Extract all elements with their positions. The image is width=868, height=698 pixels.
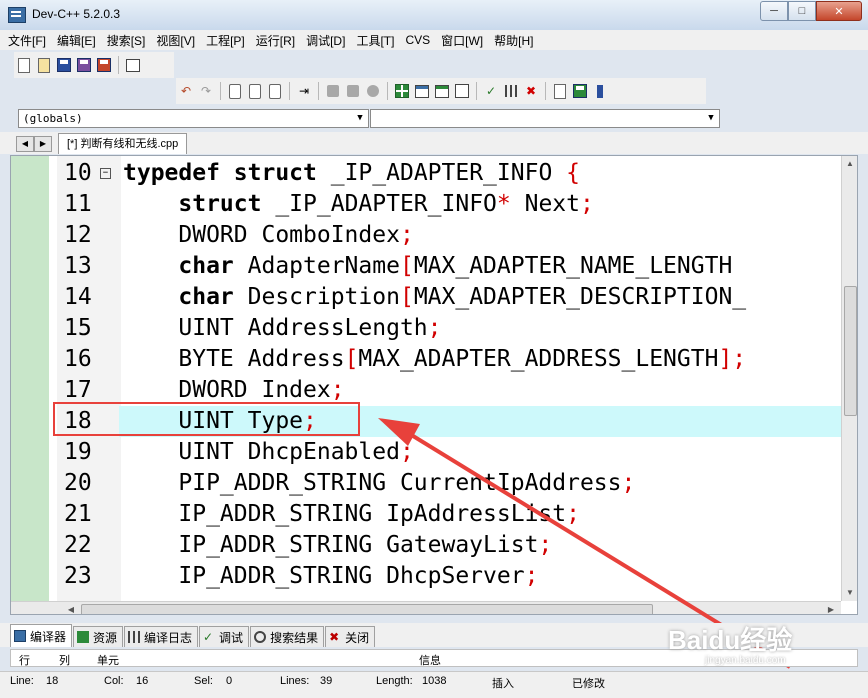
output-tab-debug[interactable]: ✓ 调试 xyxy=(199,626,250,647)
status-length-label: Length: xyxy=(376,675,413,687)
output-tab-resources[interactable]: 资源 xyxy=(73,626,124,647)
column-info[interactable]: 信息 xyxy=(419,652,441,668)
status-col-label: Col: xyxy=(104,675,124,687)
status-bar: Line: 18 Col: 16 Sel: 0 Lines: 39 Length… xyxy=(0,671,868,698)
status-sel-label: Sel: xyxy=(194,675,213,687)
baidu-watermark-url: jingyan.baidu.com xyxy=(705,655,786,666)
search-results-icon xyxy=(254,631,267,643)
compile-log-icon xyxy=(128,631,141,643)
status-line-label: Line: xyxy=(10,675,34,687)
output-tab-close[interactable]: ✖ 关闭 xyxy=(325,626,376,647)
status-lines-label: Lines: xyxy=(280,675,310,687)
status-insert-mode: 插入 xyxy=(492,678,514,690)
debug-icon: ✓ xyxy=(203,630,214,644)
compiler-icon xyxy=(14,630,26,642)
status-length-value: 1038 xyxy=(422,675,447,687)
status-line-value: 18 xyxy=(46,675,59,687)
status-col-value: 16 xyxy=(136,675,149,687)
output-tab-compiler[interactable]: 编译器 xyxy=(10,624,73,647)
output-tab-label: 关闭 xyxy=(345,630,370,645)
output-tab-label: 搜索结果 xyxy=(270,630,319,645)
close-icon: ✖ xyxy=(329,630,340,644)
output-tab-search-results[interactable]: 搜索结果 xyxy=(250,626,325,647)
status-lines-value: 39 xyxy=(320,675,333,687)
status-sel-value: 0 xyxy=(226,675,233,687)
output-tab-label: 编译日志 xyxy=(144,630,193,645)
resources-icon xyxy=(77,631,90,643)
annotation-arrow xyxy=(378,418,792,669)
column-unit[interactable]: 单元 xyxy=(97,652,119,668)
column-row[interactable]: 行 xyxy=(19,652,30,668)
output-tab-compile-log[interactable]: 编译日志 xyxy=(124,626,199,647)
status-modified: 已修改 xyxy=(572,678,605,690)
baidu-watermark: Baidu经验 xyxy=(668,625,793,655)
output-tab-label: 编译器 xyxy=(30,629,67,644)
output-tab-label: 调试 xyxy=(219,630,244,645)
column-col[interactable]: 列 xyxy=(59,652,70,668)
output-tab-label: 资源 xyxy=(93,630,118,645)
